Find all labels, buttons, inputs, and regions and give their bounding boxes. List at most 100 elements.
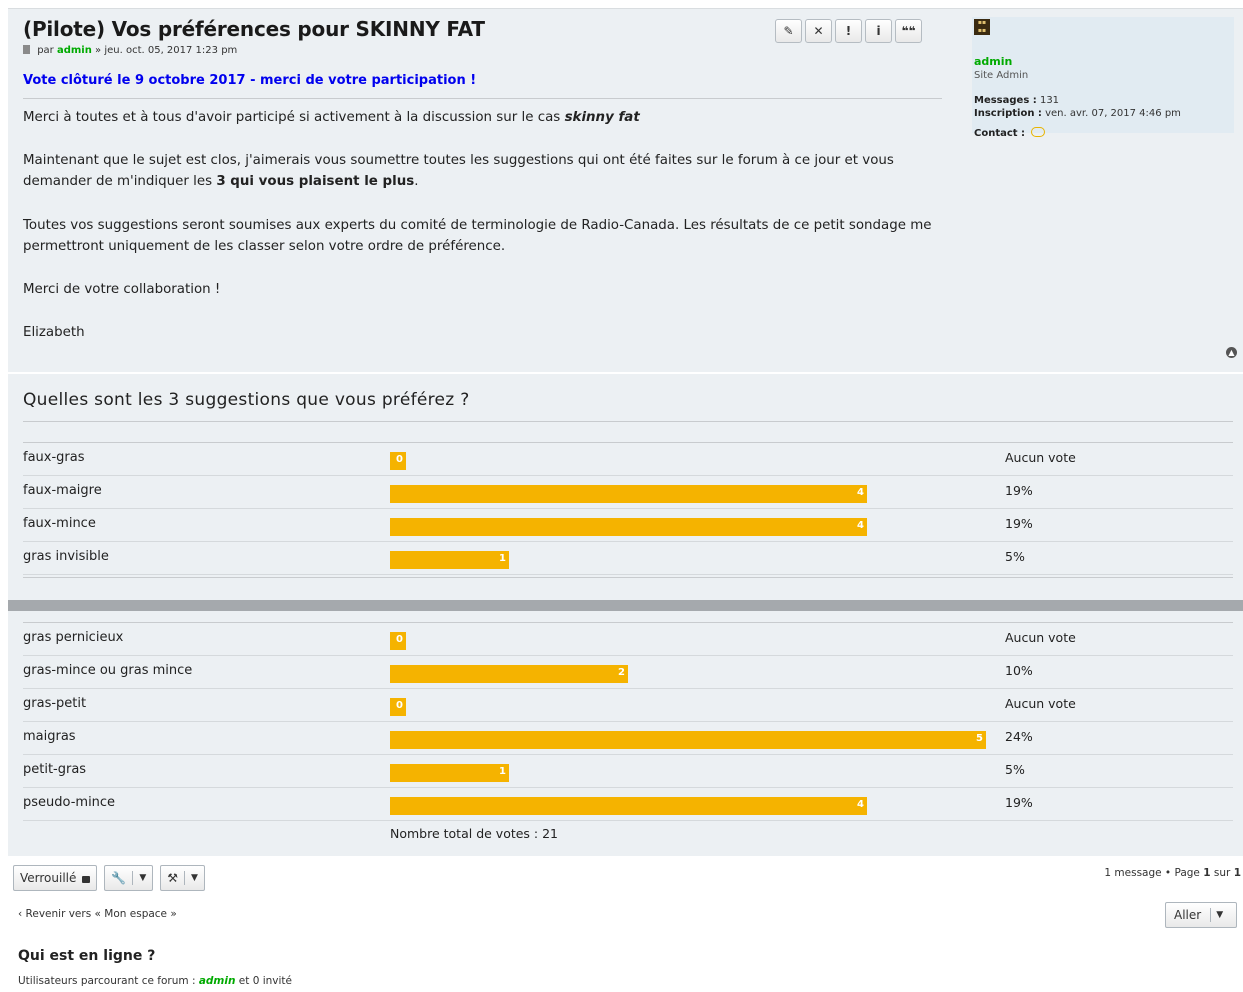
contact-label: Contact : [974, 128, 1026, 139]
post-paragraph-2: Maintenant que le sujet est clos, j'aime… [23, 153, 894, 189]
messages-count[interactable]: 131 [1040, 95, 1059, 106]
poll-option-label: pseudo-mince [23, 795, 116, 810]
poll-option-label: gras-petit [23, 696, 87, 711]
poll-option: faux-gras 0 Aucun vote [23, 443, 1233, 476]
poll-option-vote-count: 5 [976, 733, 983, 744]
wrench-icon: 🔧 [111, 871, 127, 885]
post-profile: ▪▪ ▪▪ admin Site Admin Messages : 131 Ins… [972, 17, 1234, 139]
poll-option-percent: 19% [1005, 483, 1033, 498]
online-users: Utilisateurs parcourant ce forum : admin… [18, 975, 292, 987]
poll-option-bar: 4 [390, 485, 867, 503]
poll-option-bar: 0 [390, 632, 406, 650]
poll-option-bar: 5 [390, 731, 986, 749]
poll-option: gras-mince ou gras mince 2 10% [23, 656, 1233, 689]
bold-text: 3 qui vous plaisent le plus [216, 174, 415, 189]
page-separator: sur [1213, 867, 1231, 879]
poll-option-vote-count: 2 [618, 667, 625, 678]
report-icon[interactable]: ! [835, 19, 862, 43]
moderator-tools-dropdown[interactable]: ⚒ ▼ [160, 865, 205, 891]
poll-option: gras-petit 0 Aucun vote [23, 689, 1233, 722]
paragraph-text: Merci à toutes et à tous d'avoir partici… [23, 110, 561, 125]
poll-option-label: gras pernicieux [23, 630, 124, 645]
profile-contact: Contact : [974, 127, 1046, 139]
locked-button[interactable]: Verrouillé [13, 865, 98, 891]
poll-total-votes: Nombre total de votes : 21 [390, 826, 559, 841]
online-heading: Qui est en ligne ? [18, 948, 156, 964]
poll-option-vote-count: 1 [499, 766, 506, 777]
chevron-down-icon: ▼ [1216, 910, 1224, 920]
poll-option-bar: 2 [390, 665, 628, 683]
post-title[interactable]: (Pilote) Vos préférences pour SKINNY FAT [23, 17, 485, 41]
separator [1210, 908, 1212, 922]
poll-option-label: maigras [23, 729, 76, 744]
poll-option-vote-count: 1 [499, 553, 506, 564]
messages-label: Messages : [974, 95, 1037, 106]
poll-option: maigras 5 24% [23, 722, 1233, 755]
divider [23, 577, 1233, 578]
poll-option-label: faux-maigre [23, 483, 102, 498]
divider [23, 98, 942, 99]
gavel-icon: ⚒ [167, 871, 179, 885]
tools-dropdown[interactable]: 🔧 ▼ [104, 865, 154, 891]
poll-separator [8, 600, 1243, 611]
poll-option: gras invisible 1 5% [23, 542, 1233, 575]
poll-option-label: gras invisible [23, 549, 109, 564]
post-paragraph-3: Toutes vos suggestions seront soumises a… [23, 218, 932, 254]
poll-option-label: petit-gras [23, 762, 87, 777]
poll-option-vote-count: 4 [857, 799, 864, 810]
poll-option-percent: Aucun vote [1005, 696, 1076, 711]
info-icon[interactable]: i [865, 19, 892, 43]
avatar[interactable]: ▪▪ ▪▪ [974, 19, 990, 35]
poll-option: faux-mince 4 19% [23, 509, 1233, 542]
pagination-prefix: 1 message • Page [1104, 867, 1200, 879]
profile-username[interactable]: admin [974, 55, 1012, 68]
meta-prefix: par [37, 45, 54, 56]
poll-option-bar: 1 [390, 551, 509, 569]
pagination: 1 message • Page 1 sur 1 [1104, 867, 1241, 879]
post-paragraph-1: Merci à toutes et à tous d'avoir partici… [23, 107, 953, 128]
online-user-link[interactable]: admin [199, 975, 236, 987]
poll-option: petit-gras 1 5% [23, 755, 1233, 788]
poll-option-vote-count: 4 [857, 487, 864, 498]
back-link[interactable]: ‹ Revenir vers « Mon espace » [18, 908, 177, 920]
poll-panel: Quelles sont les 3 suggestions que vous … [8, 374, 1243, 856]
chat-bubble-icon[interactable] [1031, 127, 1046, 137]
post-icon [23, 45, 30, 54]
poll-option-vote-count: 0 [396, 700, 403, 711]
poll-option-percent: 19% [1005, 516, 1033, 531]
divider [23, 421, 1233, 422]
post-author-link[interactable]: admin [57, 45, 92, 56]
poll-question: Quelles sont les 3 suggestions que vous … [23, 390, 470, 410]
emphasis-text: skinny fat [564, 110, 640, 125]
edit-icon[interactable]: ✎ [775, 19, 802, 43]
post-date: » jeu. oct. 05, 2017 1:23 pm [95, 45, 238, 56]
lock-icon [82, 875, 91, 883]
back-to-top-icon[interactable]: ▲ [1226, 347, 1237, 358]
inscription-label: Inscription : [974, 108, 1042, 119]
topic-actions: Verrouillé 🔧 ▼ ⚒ ▼ [13, 865, 205, 891]
locked-label: Verrouillé [20, 871, 77, 885]
quote-icon[interactable]: ❝❝ [895, 19, 922, 43]
separator [132, 871, 134, 885]
jump-label: Aller [1174, 908, 1202, 922]
poll-option-percent: Aucun vote [1005, 630, 1076, 645]
poll-option: pseudo-mince 4 19% [23, 788, 1233, 821]
separator [184, 871, 186, 885]
page-total: 1 [1233, 867, 1241, 879]
chevron-down-icon: ▼ [191, 873, 198, 883]
poll-option-percent: 5% [1005, 762, 1025, 777]
poll-option: faux-maigre 4 19% [23, 476, 1233, 509]
jump-to-dropdown[interactable]: Aller ▼ [1165, 902, 1237, 928]
poll-option-percent: 10% [1005, 663, 1033, 678]
poll-option: gras pernicieux 0 Aucun vote [23, 623, 1233, 656]
post-panel: (Pilote) Vos préférences pour SKINNY FAT… [8, 8, 1243, 372]
poll-option-bar: 0 [390, 698, 406, 716]
post-meta: par admin » jeu. oct. 05, 2017 1:23 pm [23, 45, 237, 56]
poll-closed-note: Vote clôturé le 9 octobre 2017 - merci d… [23, 73, 477, 88]
delete-icon[interactable]: ✕ [805, 19, 832, 43]
poll-option-percent: 24% [1005, 729, 1033, 744]
poll-option-vote-count: 4 [857, 520, 864, 531]
page-current: 1 [1203, 867, 1211, 879]
chevron-down-icon: ▼ [139, 873, 147, 883]
poll-option-percent: Aucun vote [1005, 450, 1076, 465]
